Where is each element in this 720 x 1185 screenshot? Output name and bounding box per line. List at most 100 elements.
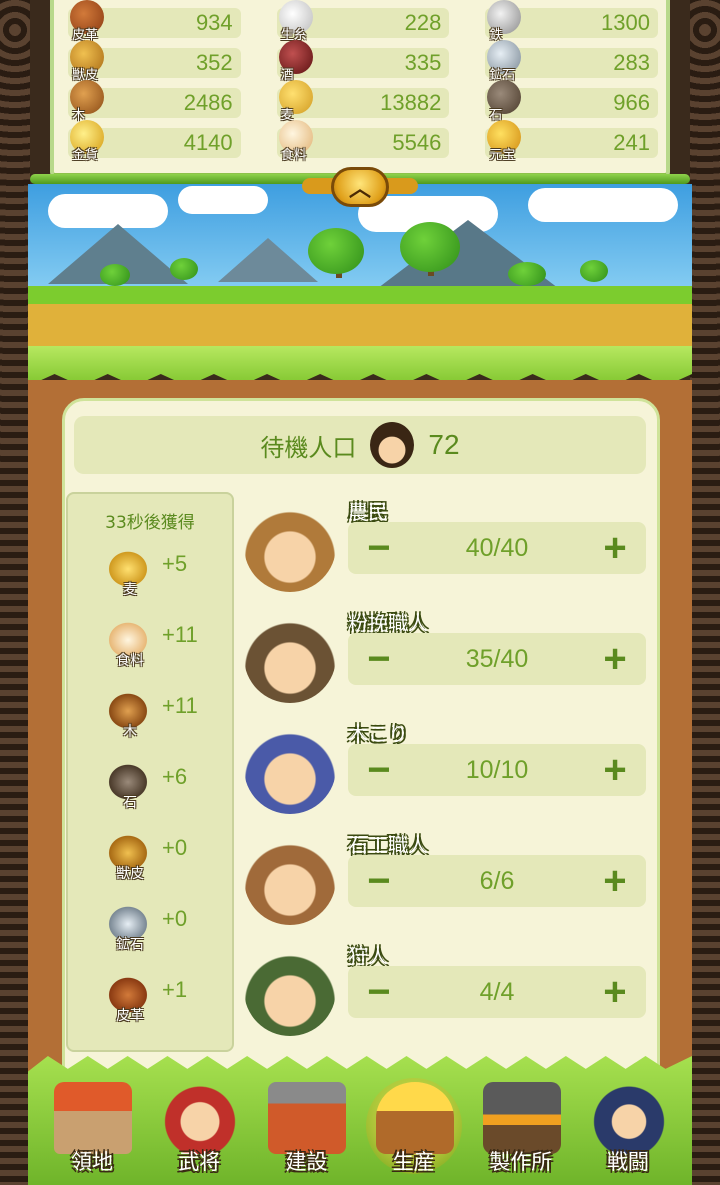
resource-value: 13882 — [380, 90, 442, 115]
increase-button[interactable]: + — [598, 859, 632, 903]
job-stepper: − 6/6 + — [348, 855, 646, 907]
gain-value: +1 — [162, 977, 188, 1002]
gain-name: 鉱石 — [116, 937, 144, 953]
job-stepper: − 4/4 + — [348, 966, 646, 1018]
job-stepper: − 10/10 + — [348, 744, 646, 796]
idle-population-bar: 待機人口 72 — [74, 416, 646, 474]
gain-value: +11 — [162, 693, 198, 718]
gain-item: 石 +6 — [68, 754, 232, 825]
gain-value: +0 — [162, 906, 188, 931]
resource-value: 934 — [195, 10, 233, 35]
gain-name: 石 — [123, 795, 137, 811]
nav-label: 領地 — [71, 1150, 113, 1174]
resource-value: 283 — [613, 50, 650, 75]
decrease-button[interactable]: − — [362, 637, 396, 681]
job-count: 10/10 — [465, 755, 529, 784]
resource-value: 4140 — [183, 130, 233, 155]
increase-button[interactable]: + — [598, 748, 632, 792]
job-row-stonemason: 石工職人 − 6/6 + — [244, 829, 654, 939]
production-icon — [375, 1082, 454, 1154]
resource-value: 352 — [195, 50, 233, 75]
gain-item: 木 +11 — [68, 683, 232, 754]
nav-territory[interactable]: 領地 — [42, 1076, 142, 1182]
job-name: 木こり — [348, 722, 408, 746]
gain-item: 麦 +5 — [68, 541, 232, 612]
job-count: 4/4 — [479, 977, 515, 1006]
gain-item: 食料 +11 — [68, 612, 232, 683]
gain-name: 食料 — [116, 653, 144, 669]
resource-item: 鉱石 283 — [485, 40, 658, 83]
general-icon — [161, 1082, 240, 1154]
job-count: 40/40 — [465, 533, 529, 562]
job-row-hunter: 狩人 − 4/4 + — [244, 940, 654, 1050]
resource-item: 生糸 228 — [276, 0, 450, 43]
nav-production[interactable]: 生産 — [364, 1076, 464, 1182]
job-stepper: − 35/40 + — [348, 633, 646, 685]
resource-grid: 皮革 934 生糸 228 鉄 1300 獣皮 352 酒 335 鉱石 283 — [68, 0, 658, 163]
nav-label: 戦闘 — [606, 1150, 649, 1174]
job-stepper: − 40/40 + — [348, 522, 646, 574]
resource-item: 皮革 934 — [68, 0, 241, 43]
resource-panel: 皮革 934 生糸 228 鉄 1300 獣皮 352 酒 335 鉱石 283 — [50, 0, 670, 178]
workshop-icon — [482, 1082, 561, 1154]
increase-button[interactable]: + — [598, 970, 632, 1014]
nav-workshop[interactable]: 製作所 — [471, 1076, 571, 1182]
gain-value: +6 — [162, 764, 188, 789]
tree — [100, 264, 130, 286]
resource-value: 1300 — [601, 10, 650, 35]
tree — [508, 262, 546, 286]
resource-name: 食料 — [280, 148, 307, 163]
territory-icon — [54, 1082, 132, 1154]
job-name: 石工職人 — [348, 833, 428, 857]
bottom-nav: 領地 武将 建設 生産 製作所 戦闘 — [42, 1076, 678, 1182]
gain-value: +5 — [162, 551, 188, 576]
tree — [400, 222, 460, 272]
farmer-portrait-icon — [244, 500, 336, 592]
nav-label: 武将 — [178, 1150, 221, 1174]
nav-general[interactable]: 武将 — [149, 1076, 249, 1182]
battle-icon — [589, 1082, 668, 1154]
nav-build[interactable]: 建設 — [256, 1076, 356, 1182]
idle-value: 72 — [428, 429, 460, 460]
decrease-button[interactable]: − — [362, 526, 396, 570]
gain-item: 鉱石 +0 — [68, 896, 232, 967]
resource-item: 獣皮 352 — [68, 40, 241, 83]
chevron-up-icon: ︿ — [331, 167, 389, 207]
tree — [580, 260, 608, 282]
resource-item: 鉄 1300 — [485, 0, 658, 43]
gain-name: 木 — [123, 724, 137, 740]
ground — [28, 286, 692, 356]
job-row-miller: 粉挽職人 − 35/40 + — [244, 607, 654, 717]
resource-item: 元宝 241 — [485, 120, 658, 163]
resource-item: 酒 335 — [276, 40, 450, 83]
collapse-button[interactable]: ︿ — [302, 164, 418, 210]
gain-value: +0 — [162, 835, 188, 860]
decrease-button[interactable]: − — [362, 970, 396, 1014]
decrease-button[interactable]: − — [362, 748, 396, 792]
nav-label: 生産 — [392, 1150, 435, 1174]
increase-button[interactable]: + — [598, 526, 632, 570]
left-border — [0, 0, 30, 1185]
job-name: 農民 — [348, 500, 388, 524]
gain-title: 33秒後獲得 — [105, 513, 195, 533]
tree — [308, 228, 364, 274]
nav-label: 製作所 — [489, 1150, 553, 1174]
resource-name: 金貨 — [72, 148, 99, 163]
resource-item: 石 966 — [485, 80, 658, 123]
nav-battle[interactable]: 戦闘 — [578, 1076, 678, 1182]
gain-name: 麦 — [123, 582, 137, 598]
resource-value: 335 — [404, 50, 442, 75]
decrease-button[interactable]: − — [362, 859, 396, 903]
resource-item: 金貨 4140 — [68, 120, 241, 163]
job-name: 狩人 — [348, 944, 388, 968]
resource-item: 麦 13882 — [276, 80, 450, 123]
resource-value: 228 — [404, 10, 442, 35]
job-count: 6/6 — [479, 866, 515, 895]
stonemason-portrait-icon — [244, 833, 336, 925]
gain-column[interactable]: 33秒後獲得 麦 +5 食料 +11 木 +11 石 +6 獣皮 +0 鉱石 +… — [66, 492, 234, 1052]
job-count: 35/40 — [465, 644, 529, 673]
resource-value: 2486 — [183, 90, 233, 115]
resource-item: 食料 5546 — [276, 120, 450, 163]
gain-item: 獣皮 +0 — [68, 825, 232, 896]
increase-button[interactable]: + — [598, 637, 632, 681]
